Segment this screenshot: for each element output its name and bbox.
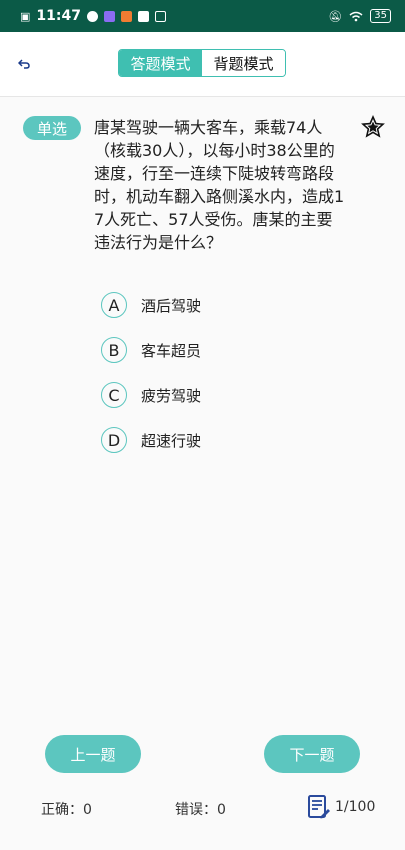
- star-icon: [361, 115, 385, 138]
- option-d[interactable]: D 超速行驶: [101, 425, 301, 455]
- qq-icon: [86, 10, 98, 22]
- status-left: ▣ 11:47: [20, 8, 166, 24]
- wrong-value: 0: [217, 802, 226, 818]
- progress-text: 1/100: [335, 799, 376, 815]
- wifi-icon: [349, 11, 363, 21]
- favorite-button[interactable]: [361, 115, 385, 139]
- option-text: 客车超员: [141, 341, 202, 360]
- option-key: C: [101, 382, 127, 408]
- wrong-count: 错误：0: [175, 799, 226, 819]
- question-text: 唐某驾驶一辆大客车，乘载74人（核载30人），以每小时38公里的速度，行至一连续…: [94, 118, 345, 252]
- option-text: 超速行驶: [141, 431, 202, 450]
- back-button[interactable]: [14, 54, 34, 74]
- correct-count: 正确：0: [41, 799, 92, 819]
- status-right: 🔕︎ 35: [328, 9, 391, 23]
- app-icon: [103, 10, 115, 22]
- option-a[interactable]: A 酒后驾驶: [101, 290, 301, 320]
- answer-sheet-icon: [308, 795, 330, 819]
- option-key: B: [101, 337, 127, 363]
- memorize-mode-tab[interactable]: 背题模式: [202, 50, 285, 76]
- prev-question-button[interactable]: 上一题: [45, 735, 141, 773]
- option-c[interactable]: C 疲劳驾驶: [101, 380, 301, 410]
- app-icon-2: [120, 10, 132, 22]
- mute-icon: 🔕︎: [328, 9, 343, 23]
- option-b[interactable]: B 客车超员: [101, 335, 301, 365]
- correct-label: 正确：: [41, 802, 83, 818]
- battery-icon: 35: [370, 9, 391, 23]
- status-time: 11:47: [36, 8, 81, 24]
- option-text: 疲劳驾驶: [141, 386, 202, 405]
- progress-button[interactable]: 1/100: [307, 794, 375, 820]
- question-area: 单选 唐某驾驶一辆大客车，乘载74人（核载30人），以每小时38公里的速度，行至…: [0, 97, 405, 850]
- mode-toggle: 答题模式 背题模式: [118, 49, 286, 77]
- status-bar: ▣ 11:47 🔕︎ 35: [0, 0, 405, 32]
- back-arrow-icon: [18, 59, 30, 69]
- option-text: 酒后驾驶: [141, 296, 202, 315]
- next-question-button[interactable]: 下一题: [264, 735, 360, 773]
- question-type-badge: 单选: [23, 116, 81, 140]
- header: 答题模式 背题模式: [0, 32, 405, 97]
- option-key: D: [101, 427, 127, 453]
- correct-value: 0: [83, 802, 92, 818]
- app-icon-4: [154, 10, 166, 22]
- app-icon-3: [137, 10, 149, 22]
- notification-icon: ▣: [20, 9, 31, 23]
- option-key: A: [101, 292, 127, 318]
- answer-mode-tab[interactable]: 答题模式: [119, 50, 202, 76]
- wrong-label: 错误：: [175, 802, 217, 818]
